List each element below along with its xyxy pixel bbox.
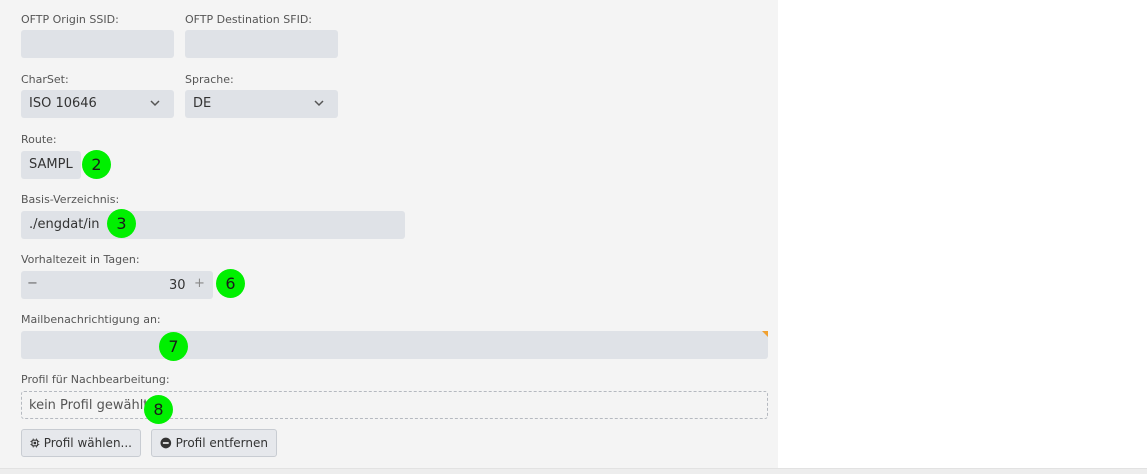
mail-label: Mailbenachrichtigung an: [21, 313, 161, 326]
vorhaltezeit-label: Vorhaltezeit in Tagen: [21, 253, 140, 266]
charset-label: CharSet: [21, 73, 69, 86]
profil-field: kein Profil gewählt [21, 391, 768, 419]
vorhaltezeit-annotation-badge: 6 [216, 269, 245, 298]
mail-annotation-badge: 7 [159, 332, 188, 361]
oftp-origin-label: OFTP Origin SSID: [21, 13, 119, 26]
route-value: SAMPL [29, 157, 73, 172]
sprache-value: DE [193, 96, 212, 111]
remove-profile-label: Profil entfernen [175, 436, 268, 450]
oftp-destination-label: OFTP Destination SFID: [185, 13, 312, 26]
profil-value: kein Profil gewählt [29, 398, 149, 413]
vorhaltezeit-value: 30 [169, 278, 186, 293]
chevron-down-icon [314, 100, 324, 107]
charset-value: ISO 10646 [29, 96, 97, 111]
oftp-origin-input[interactable] [21, 30, 174, 58]
required-flag-icon [762, 331, 768, 337]
profil-annotation-badge: 8 [144, 395, 173, 424]
form-panel: OFTP Origin SSID: OFTP Destination SFID:… [0, 0, 778, 468]
minus-circle-icon [160, 437, 172, 449]
bottom-divider [0, 468, 1147, 474]
charset-select[interactable]: ISO 10646 [21, 90, 174, 118]
basis-annotation-badge: 3 [107, 209, 136, 238]
sprache-select[interactable]: DE [185, 90, 338, 118]
minus-icon[interactable]: − [27, 276, 38, 292]
route-annotation-badge: 2 [82, 150, 111, 179]
profil-label: Profil für Nachbearbeitung: [21, 373, 170, 386]
chevron-down-icon [150, 100, 160, 107]
plus-icon[interactable]: + [194, 276, 205, 292]
remove-profile-button[interactable]: Profil entfernen [151, 429, 277, 457]
chip-icon [30, 438, 40, 448]
choose-profile-label: Profil wählen... [43, 436, 132, 450]
vorhaltezeit-stepper[interactable]: − 30 + [21, 271, 213, 299]
basis-verzeichnis-label: Basis-Verzeichnis: [21, 193, 120, 206]
route-label: Route: [21, 133, 57, 146]
basis-verzeichnis-value: ./engdat/in [29, 217, 100, 232]
mail-input[interactable] [21, 331, 768, 359]
route-input[interactable]: SAMPL [21, 151, 81, 179]
choose-profile-button[interactable]: Profil wählen... [21, 429, 141, 457]
basis-verzeichnis-input[interactable]: ./engdat/in [21, 211, 405, 239]
sprache-label: Sprache: [185, 73, 234, 86]
oftp-destination-input[interactable] [185, 30, 338, 58]
